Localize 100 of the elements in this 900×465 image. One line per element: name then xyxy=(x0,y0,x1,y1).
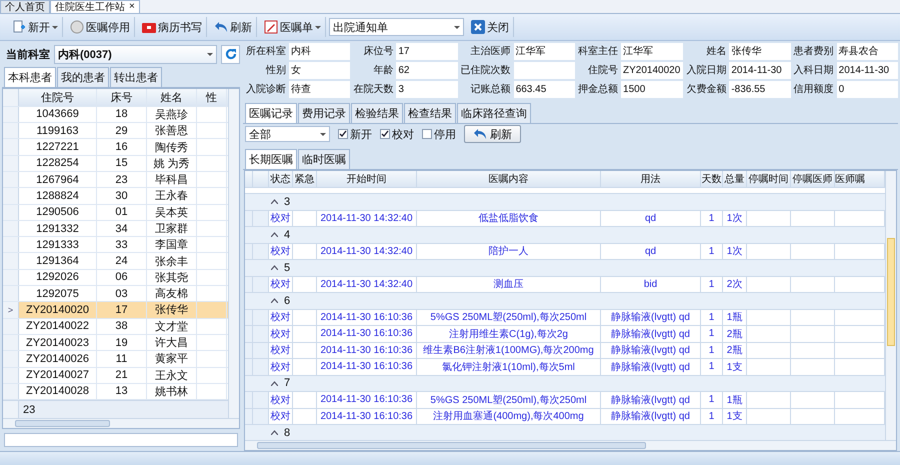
row-header xyxy=(3,368,19,383)
table-cell: 34 xyxy=(97,220,147,236)
field-value: 3 xyxy=(396,81,458,98)
patient-row[interactable]: 1267964 23 毕科昌 xyxy=(3,172,228,188)
checkbox[interactable] xyxy=(422,129,432,139)
table-cell: 1次 xyxy=(723,244,747,259)
patient-row[interactable]: 1291333 33 李国章 xyxy=(3,237,228,254)
patient-row[interactable]: 1228254 15 姚 为秀 xyxy=(3,156,228,172)
group-row[interactable]: 3 xyxy=(245,194,885,210)
patient-row[interactable]: ZY20140022 38 文才堂 xyxy=(3,318,228,335)
table-cell: 静脉输液(lvgtt) qd xyxy=(601,326,701,342)
toolbar-button[interactable]: 病历书写 xyxy=(138,17,207,37)
toolbar-button[interactable]: 刷新 xyxy=(210,17,257,37)
group-row[interactable]: 4 xyxy=(245,227,885,244)
record-tab[interactable]: 费用记录 xyxy=(298,103,350,123)
collapse-caret-icon[interactable] xyxy=(271,380,278,386)
row-header xyxy=(3,351,19,367)
patient-row[interactable]: 1290506 01 吴本英 xyxy=(3,204,228,221)
table-cell: 2014-11-30 16:10:36 xyxy=(317,342,417,358)
checkbox[interactable] xyxy=(338,129,348,139)
patient-row[interactable]: 1292075 03 高友棉 xyxy=(3,286,228,302)
collapse-caret-icon[interactable] xyxy=(271,232,278,238)
document-tab[interactable]: 住院医生工作站 × xyxy=(50,0,140,13)
group-row[interactable]: 5 xyxy=(245,260,885,276)
group-row[interactable]: 8 xyxy=(245,425,885,440)
patient-row[interactable]: 1199163 29 张善恩 xyxy=(3,123,228,140)
column-header[interactable]: 医嘱内容 xyxy=(417,171,601,187)
order-tab[interactable]: 临时医嘱 xyxy=(298,149,350,169)
checkbox[interactable] xyxy=(380,129,390,139)
patient-row[interactable]: 1227221 16 陶传秀 xyxy=(3,139,228,156)
table-cell: 5%GS 250ML塑(250ml),每次250ml xyxy=(417,310,601,325)
table-cell: 19 xyxy=(97,334,147,350)
collapse-caret-icon[interactable] xyxy=(271,199,278,204)
column-header[interactable]: 姓名 xyxy=(147,89,197,106)
column-header[interactable]: 停嘱医师 xyxy=(791,171,835,187)
record-tab[interactable]: 检验结果 xyxy=(351,103,403,123)
group-row[interactable]: 6 xyxy=(245,293,885,310)
table-cell: 38 xyxy=(97,318,147,334)
order-tab[interactable]: 长期医嘱 xyxy=(245,149,297,169)
field-label: 记账总额 xyxy=(470,82,512,97)
toolbar-button[interactable]: 医嘱停用 xyxy=(66,17,135,37)
patient-row[interactable]: ZY20140026 11 黄家平 xyxy=(3,351,228,368)
table-cell: 静脉输液(lvgtt) qd xyxy=(601,310,701,325)
toolbar-button[interactable]: 新开 xyxy=(8,17,63,37)
table-cell: 2014-11-30 14:32:40 xyxy=(317,276,417,292)
row-header xyxy=(3,204,19,220)
column-header[interactable]: 性 xyxy=(197,89,227,106)
table-cell: 卫家群 xyxy=(147,220,197,236)
caret-icon xyxy=(315,26,321,28)
column-header[interactable]: 停嘱时间 xyxy=(747,171,791,187)
patient-row[interactable]: > ZY20140020 17 张传华 xyxy=(3,302,228,319)
patient-row[interactable]: 1043669 18 吴燕珍 xyxy=(3,106,228,124)
department-select[interactable]: 内科(0037) xyxy=(54,44,217,64)
patient-tab[interactable]: 转出患者 xyxy=(110,67,162,87)
patient-row[interactable]: ZY20140023 19 许大昌 xyxy=(3,334,228,352)
table-cell: 吴本英 xyxy=(147,204,197,220)
field-value: 女 xyxy=(289,62,350,79)
table-cell: 校对 xyxy=(269,342,293,358)
patient-row[interactable]: 1292026 06 张其尧 xyxy=(3,270,228,286)
column-header[interactable]: 床号 xyxy=(97,89,147,106)
patient-row[interactable]: ZY20140028 13 姚书林 xyxy=(3,384,228,400)
table-cell: 姚书林 xyxy=(147,384,197,400)
collapse-caret-icon[interactable] xyxy=(271,298,278,304)
column-header[interactable]: 总量 xyxy=(723,171,747,187)
record-tab[interactable]: 检查结果 xyxy=(404,103,456,123)
table-cell: ZY20140020 xyxy=(19,302,97,318)
table-cell: 15 xyxy=(97,156,147,171)
patient-tab[interactable]: 我的患者 xyxy=(57,67,109,87)
field-label: 床位号 xyxy=(362,44,394,59)
toolbar-button[interactable]: 医嘱单 xyxy=(260,17,326,37)
patient-row[interactable]: 1291332 34 卫家群 xyxy=(3,220,228,238)
filter-select[interactable]: 全部 xyxy=(245,126,330,142)
patient-row[interactable]: 1291364 24 张余丰 xyxy=(3,253,228,270)
column-header[interactable]: 用法 xyxy=(601,171,701,187)
patient-row[interactable]: ZY20140027 21 王永文 xyxy=(3,368,228,384)
patient-tab[interactable]: 本科患者 xyxy=(4,67,56,87)
record-tab[interactable]: 临床路径查询 xyxy=(457,103,531,123)
column-header[interactable]: 状态 xyxy=(269,171,293,187)
toolbar-button[interactable]: 关闭 xyxy=(467,17,514,37)
column-header[interactable]: 住院号 xyxy=(19,89,97,106)
column-header[interactable]: 开始时间 xyxy=(317,171,417,187)
input-field[interactable] xyxy=(4,433,238,447)
close-icon[interactable]: × xyxy=(129,1,135,13)
refresh-button[interactable] xyxy=(221,44,240,64)
column-header[interactable]: 紧急 xyxy=(293,171,317,187)
column-header[interactable]: 天数 xyxy=(701,171,723,187)
table-cell: 2瓶 xyxy=(723,342,747,358)
row-header xyxy=(3,172,19,188)
group-row[interactable]: 7 xyxy=(245,376,885,392)
patient-row[interactable]: 1288824 30 王永春 xyxy=(3,188,228,205)
report-select[interactable]: 出院通知单 xyxy=(329,18,464,36)
collapse-caret-icon[interactable] xyxy=(271,430,278,436)
collapse-caret-icon[interactable] xyxy=(271,265,278,270)
record-tab[interactable]: 医嘱记录 xyxy=(245,103,297,123)
field-label: 住院号 xyxy=(587,64,620,78)
checkbox-label: 校对 xyxy=(392,128,414,142)
group-number: 8 xyxy=(284,426,290,439)
row-header xyxy=(3,123,19,138)
document-tab[interactable]: 个人首页 xyxy=(0,0,50,13)
refresh-button[interactable]: 刷新 xyxy=(464,125,521,143)
